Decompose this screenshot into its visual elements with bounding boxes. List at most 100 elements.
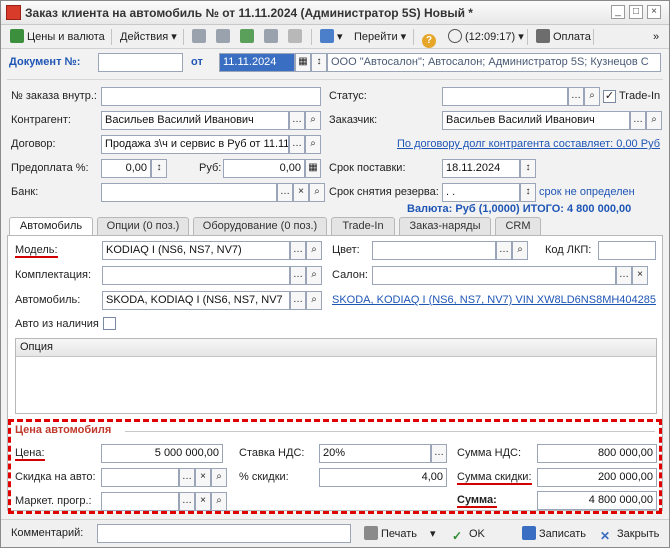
doc-icon-1[interactable] — [187, 27, 214, 47]
overflow-button[interactable]: » — [648, 27, 664, 47]
close-icon[interactable]: × — [647, 5, 661, 19]
select-button[interactable]: … — [290, 291, 306, 310]
marketing-field[interactable] — [101, 492, 179, 511]
reserve-field[interactable]: . . — [442, 183, 520, 202]
counterparty-field[interactable]: Васильев Василий Иванович — [101, 111, 289, 130]
equipment-field[interactable] — [102, 266, 290, 285]
doc-icon-4[interactable] — [283, 27, 310, 47]
print-dropdown[interactable]: ▾ — [425, 524, 441, 544]
select-button[interactable]: … — [431, 444, 447, 463]
select-button[interactable]: … — [289, 111, 305, 130]
select-button[interactable]: … — [616, 266, 632, 285]
maximize-icon[interactable]: □ — [629, 5, 643, 19]
spin-icon[interactable]: ↕ — [311, 53, 327, 72]
equipment-label: Комплектация: — [15, 269, 92, 281]
comment-label: Комментарий: — [11, 527, 84, 539]
vat-rate-field[interactable]: 20% — [319, 444, 431, 463]
auto-field[interactable]: SKODA, KODIAQ I (NS6, NS7, NV7 — [102, 291, 290, 310]
tab-work-orders[interactable]: Заказ-наряды — [399, 217, 491, 235]
search-icon[interactable]: ⌕ — [512, 241, 528, 260]
payment-button[interactable]: Оплата — [531, 27, 596, 47]
goto-menu[interactable]: Перейти ▾ — [349, 27, 411, 47]
clear-icon[interactable]: × — [195, 468, 211, 487]
save-button[interactable]: Записать — [517, 524, 591, 544]
prepay-field[interactable]: 0,00 — [101, 159, 151, 178]
prices-currency-button[interactable]: Цены и валюта — [5, 27, 110, 47]
color-field[interactable] — [372, 241, 496, 260]
select-button[interactable]: … — [290, 241, 306, 260]
doc-icon-2[interactable] — [211, 27, 238, 47]
document-date-field[interactable]: 11.11.2024 — [219, 53, 295, 72]
total-field: 4 800 000,00 — [537, 491, 657, 510]
search-icon[interactable]: ⌕ — [584, 87, 600, 106]
search-icon[interactable]: ⌕ — [305, 111, 321, 130]
tab-tradein[interactable]: Trade-In — [331, 217, 395, 235]
pkp-field[interactable] — [598, 241, 656, 260]
minimize-icon[interactable]: _ — [611, 5, 625, 19]
internal-order-field[interactable] — [101, 87, 321, 106]
model-field[interactable]: KODIAQ I (NS6, NS7, NV7) — [102, 241, 290, 260]
rub-field[interactable]: 0,00 — [223, 159, 305, 178]
debt-link[interactable]: По договору долг контрагента составляет:… — [397, 138, 660, 150]
document-number-field[interactable] — [98, 53, 183, 72]
clear-icon[interactable]: × — [293, 183, 309, 202]
clear-icon[interactable]: × — [632, 266, 648, 285]
select-button[interactable]: … — [496, 241, 512, 260]
tradein-checkbox[interactable]: ✓ — [603, 90, 616, 103]
comment-field[interactable] — [97, 524, 351, 543]
total-label: Сумма: — [457, 494, 497, 508]
customer-field[interactable]: Васильев Василий Иванович — [442, 111, 630, 130]
time-button[interactable]: (12:09:17) ▾ — [443, 27, 529, 47]
calendar-icon[interactable]: ▦ — [295, 53, 311, 72]
check-icon: ✓ — [452, 529, 463, 543]
print-button[interactable]: Печать — [359, 524, 422, 544]
toolbar-separator — [593, 29, 594, 45]
instock-checkbox[interactable] — [103, 317, 116, 330]
select-button[interactable]: … — [179, 468, 195, 487]
tab-options[interactable]: Опции (0 поз.) — [97, 217, 189, 235]
spin-icon[interactable]: ↕ — [520, 183, 536, 202]
select-button[interactable]: … — [289, 135, 305, 154]
options-header[interactable]: Опция — [16, 339, 656, 357]
organization-field[interactable]: ООО "Автосалон"; Автосалон; Администрато… — [327, 53, 661, 72]
ok-button[interactable]: ✓ OK — [447, 524, 490, 544]
help-icon[interactable]: ? — [417, 27, 444, 48]
select-button[interactable]: … — [179, 492, 195, 511]
search-icon[interactable]: ⌕ — [305, 135, 321, 154]
salon-field[interactable] — [372, 266, 616, 285]
tab-equipment[interactable]: Оборудование (0 поз.) — [193, 217, 327, 235]
search-icon[interactable]: ⌕ — [309, 183, 325, 202]
clear-icon[interactable]: × — [195, 492, 211, 511]
search-icon[interactable]: ⌕ — [646, 111, 662, 130]
actions-menu[interactable]: Действия ▾ — [115, 27, 182, 47]
tab-crm[interactable]: CRM — [495, 217, 541, 235]
toolbar-separator — [413, 29, 414, 45]
search-icon[interactable]: ⌕ — [306, 241, 322, 260]
refresh-icon[interactable] — [235, 27, 262, 47]
search-icon[interactable]: ⌕ — [211, 468, 227, 487]
select-button[interactable]: … — [290, 266, 306, 285]
tab-auto[interactable]: Автомобиль — [9, 217, 93, 236]
doc-icon-3[interactable] — [259, 27, 286, 47]
reserve-label: Срок снятия резерва: — [329, 186, 439, 198]
discount-field[interactable] — [101, 468, 179, 487]
bank-field[interactable] — [101, 183, 277, 202]
auto-vin-link[interactable]: SKODA, KODIAQ I (NS6, NS7, NV7) VIN XW8L… — [332, 294, 656, 306]
spin-icon[interactable]: ↕ — [520, 159, 536, 178]
status-field[interactable] — [442, 87, 568, 106]
price-field[interactable]: 5 000 000,00 — [101, 444, 223, 463]
select-button[interactable]: … — [630, 111, 646, 130]
search-icon[interactable]: ⌕ — [306, 266, 322, 285]
search-icon[interactable]: ⌕ — [211, 492, 227, 511]
contract-field[interactable]: Продажа з\ч и сервис в Руб от 11.11. — [101, 135, 289, 154]
select-button[interactable]: … — [568, 87, 584, 106]
delivery-field[interactable]: 18.11.2024 — [442, 159, 520, 178]
close-button[interactable]: ✕ Закрыть — [595, 524, 664, 544]
payment-icon — [536, 29, 550, 43]
discount-pct-field[interactable]: 4,00 — [319, 468, 447, 487]
select-button[interactable]: … — [277, 183, 293, 202]
calculator-icon[interactable]: ▦ — [305, 159, 321, 178]
search-icon[interactable]: ⌕ — [306, 291, 322, 310]
spin-icon[interactable]: ↕ — [151, 159, 167, 178]
navigate-icon[interactable]: ▾ — [315, 27, 348, 47]
